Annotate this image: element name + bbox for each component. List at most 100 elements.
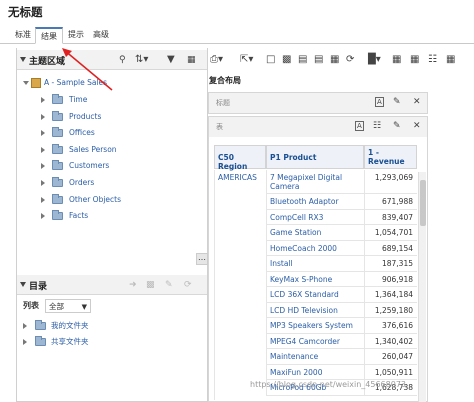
edit-icon[interactable]: ✎ (393, 121, 401, 131)
refresh-icon[interactable]: ⟳ (346, 54, 354, 65)
chart-icon[interactable]: █▾ (368, 54, 381, 65)
filter-icon[interactable]: ▼ (167, 55, 175, 65)
product-cell[interactable]: Game Station (266, 225, 364, 241)
product-cell[interactable]: LCD HD Television (266, 302, 364, 318)
folder-item[interactable]: Facts (41, 208, 201, 223)
tab-advanced[interactable]: 高级 (89, 27, 113, 44)
revenue-cell: 671,988 (364, 194, 417, 210)
folder-label: Facts (69, 211, 89, 221)
catalog-item[interactable]: 共享文件夹 (23, 334, 203, 349)
collapse-icon[interactable] (20, 57, 26, 62)
product-cell[interactable]: MaxiFun 2000 (266, 364, 364, 380)
save-icon[interactable]: □ (266, 54, 275, 65)
table-view-header: 表 A ☷ ✎ ✕ (209, 117, 427, 137)
sort-icon[interactable]: ⇅▾ (135, 55, 148, 65)
column-header[interactable]: 1 - Revenue (364, 145, 417, 169)
product-cell[interactable]: MP3 Speakers System (266, 318, 364, 334)
folder-icon (52, 193, 63, 204)
table-icon[interactable]: ▦ (410, 54, 419, 65)
table-scrollbar[interactable] (418, 172, 426, 402)
product-cell[interactable]: HomeCoach 2000 (266, 240, 364, 256)
product-cell[interactable]: LCD 36X Standard (266, 287, 364, 303)
folder-label: Orders (69, 178, 95, 187)
product-cell[interactable]: CompCell RX3 (266, 209, 364, 225)
view-select[interactable]: 全部 ▼ (45, 299, 91, 313)
folder-icon (52, 110, 63, 121)
tab-results[interactable]: 结果 (35, 27, 63, 44)
expand-icon[interactable] (23, 339, 27, 345)
close-icon[interactable]: ✕ (413, 121, 421, 131)
edit-icon[interactable]: ✎ (393, 97, 401, 107)
folder-label: Products (69, 111, 102, 121)
expand-icon[interactable] (41, 180, 45, 186)
revenue-cell: 1,293,069 (364, 170, 417, 194)
expand-icon[interactable] (41, 113, 45, 120)
revenue-cell: 260,047 (364, 349, 417, 365)
expand-icon[interactable] (23, 323, 27, 329)
expand-icon[interactable] (41, 196, 45, 203)
product-cell[interactable]: KeyMax S-Phone (266, 271, 364, 287)
format-icon[interactable]: ▦ (330, 54, 339, 65)
copy-icon[interactable]: ▩ (282, 54, 291, 65)
layout-icon[interactable]: ▦ (187, 55, 196, 65)
layout-icon[interactable]: ▦ (392, 54, 401, 65)
collapse-icon[interactable] (20, 282, 26, 287)
folder-label: Customers (69, 161, 110, 171)
format-text-icon[interactable]: A (375, 97, 384, 107)
column-header[interactable]: C50 Region (214, 145, 266, 171)
product-cell[interactable]: 7 Megapixel Digital Camera (266, 170, 364, 194)
catalog-view-row: 列表 全部 ▼ (23, 299, 91, 313)
view-label: 列表 (23, 301, 39, 310)
revenue-cell: 187,315 (364, 256, 417, 272)
view-select-value: 全部 (49, 302, 64, 311)
folder-item[interactable]: Orders (41, 175, 201, 190)
page-title: 无标题 (8, 5, 43, 19)
folder-label: Other Objects (69, 194, 122, 204)
close-icon[interactable]: ✕ (413, 97, 421, 107)
revenue-cell: 906,918 (364, 271, 417, 287)
expand-icon[interactable] (41, 130, 45, 137)
view-icon[interactable]: ☷ (428, 54, 437, 65)
catalog-item[interactable]: 我的文件夹 (23, 318, 203, 333)
tab-bar: 标准 结果 提示 高级 (0, 24, 474, 44)
revenue-cell: 1,259,180 (364, 302, 417, 318)
scrollbar-thumb[interactable] (420, 180, 426, 226)
format-text-icon[interactable]: A (355, 121, 364, 131)
tab-criteria[interactable]: 标准 (10, 27, 36, 44)
splitter-handle[interactable]: … (196, 253, 208, 265)
product-cell[interactable]: MPEG4 Camcorder (266, 333, 364, 349)
left-panel: 主题区域 ⚲ ⇅▾ ▼ ▦ A - Sample Sales 目录 ➜ ▩ ✎ … (16, 48, 208, 402)
expand-icon[interactable] (41, 146, 45, 153)
expand-icon[interactable] (41, 213, 45, 220)
product-cell[interactable]: Install (266, 256, 364, 272)
folder-label: Sales Person (69, 144, 117, 154)
folder-icon (52, 177, 63, 187)
folder-item[interactable]: Products (41, 109, 201, 124)
folder-item[interactable]: Sales Person (41, 142, 201, 157)
folder-item[interactable]: Other Objects (41, 192, 201, 207)
product-cell[interactable]: Bluetooth Adaptor (266, 194, 364, 210)
edit-icon[interactable]: ✎ (165, 280, 173, 290)
results-toolbar: ⎙▾ ⇱▾ □ ▩ ▤ ▤ ▦ ⟳ █▾ ▦ ▦ ☷ ▦ (204, 52, 474, 70)
column-header[interactable]: P1 Product (266, 145, 364, 169)
print-icon[interactable]: ⎙▾ (210, 54, 223, 65)
title-view: 标题 A ✎ ✕ (208, 92, 428, 114)
expand-icon[interactable] (41, 97, 45, 103)
copy-icon[interactable]: ▩ (146, 280, 155, 290)
folder-icon (52, 160, 63, 171)
folder-label: Offices (69, 128, 95, 138)
product-cell[interactable]: Maintenance (266, 349, 364, 365)
export-icon[interactable]: ⇱▾ (240, 54, 253, 65)
expand-icon[interactable] (41, 163, 45, 170)
refresh-icon[interactable]: ⟳ (184, 280, 192, 290)
add-icon[interactable]: ➜ (129, 280, 137, 290)
expand-icon[interactable] (23, 81, 29, 85)
duplicate-icon[interactable]: ▤ (298, 54, 307, 65)
region-cell[interactable]: AMERICAS (214, 170, 266, 400)
filter-icon[interactable]: ▤ (314, 54, 323, 65)
folder-item[interactable]: Offices (41, 125, 201, 140)
settings-icon[interactable]: ▦ (446, 54, 455, 65)
tab-prompts[interactable]: 提示 (62, 27, 90, 44)
keyboard-icon[interactable]: ☷ (373, 121, 381, 131)
folder-item[interactable]: Customers (41, 158, 201, 173)
